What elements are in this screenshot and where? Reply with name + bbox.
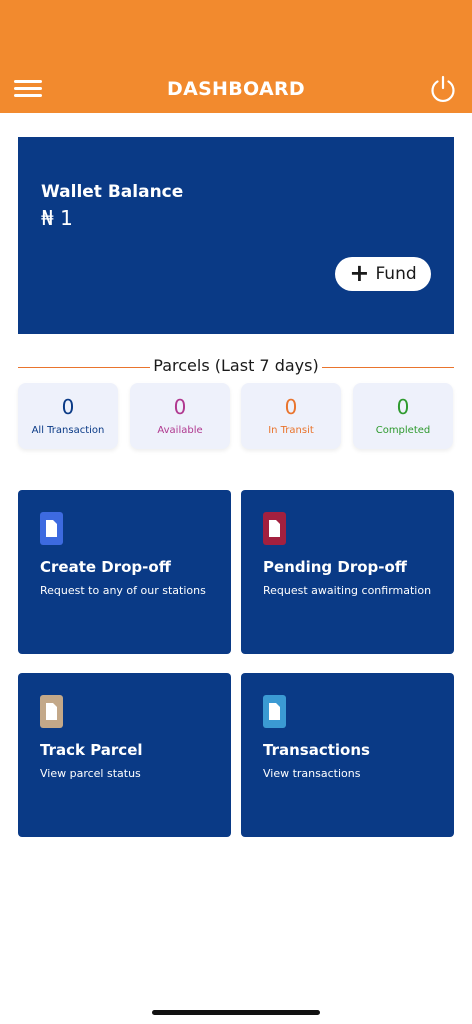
fund-button[interactable]: + Fund (335, 257, 431, 291)
document-icon (40, 695, 63, 728)
plus-icon: + (349, 258, 370, 287)
power-icon[interactable] (428, 74, 458, 104)
parcels-section-title: Parcels (Last 7 days) (153, 356, 319, 375)
tile-subtitle: View parcel status (40, 767, 141, 780)
tile-title: Create Drop-off (40, 558, 171, 576)
app-header: DASHBOARD (0, 0, 472, 113)
page-title: DASHBOARD (167, 78, 305, 100)
stat-value: 0 (61, 395, 75, 419)
wallet-card: Wallet Balance ₦ 1 + Fund (18, 137, 454, 334)
document-icon (263, 695, 286, 728)
fund-button-label: Fund (375, 264, 417, 284)
parcels-divider-left (18, 367, 150, 368)
create-drop-off-tile[interactable]: Create Drop-off Request to any of our st… (18, 490, 231, 654)
stat-label: Completed (375, 425, 431, 436)
tile-title: Pending Drop-off (263, 558, 407, 576)
stat-label: Available (157, 425, 203, 436)
tile-subtitle: Request to any of our stations (40, 584, 206, 597)
tile-title: Track Parcel (40, 741, 143, 759)
stat-label: All Transaction (31, 425, 105, 436)
stat-in-transit[interactable]: 0 In Transit (241, 383, 341, 449)
tile-subtitle: View transactions (263, 767, 361, 780)
tile-subtitle: Request awaiting confirmation (263, 584, 432, 597)
stat-completed[interactable]: 0 Completed (353, 383, 453, 449)
pending-drop-off-tile[interactable]: Pending Drop-off Request awaiting confir… (241, 490, 454, 654)
stat-label: In Transit (268, 425, 314, 436)
track-parcel-tile[interactable]: Track Parcel View parcel status (18, 673, 231, 837)
stat-available[interactable]: 0 Available (130, 383, 230, 449)
parcels-divider-right (322, 367, 454, 368)
stat-all-transaction[interactable]: 0 All Transaction (18, 383, 118, 449)
document-icon (263, 512, 286, 545)
stat-value: 0 (173, 395, 187, 419)
home-indicator[interactable] (152, 1010, 320, 1015)
tile-title: Transactions (263, 741, 370, 759)
stat-value: 0 (396, 395, 410, 419)
wallet-balance-amount: ₦ 1 (41, 206, 73, 230)
document-icon (40, 512, 63, 545)
wallet-balance-label: Wallet Balance (41, 182, 184, 202)
transactions-tile[interactable]: Transactions View transactions (241, 673, 454, 837)
stat-value: 0 (284, 395, 298, 419)
